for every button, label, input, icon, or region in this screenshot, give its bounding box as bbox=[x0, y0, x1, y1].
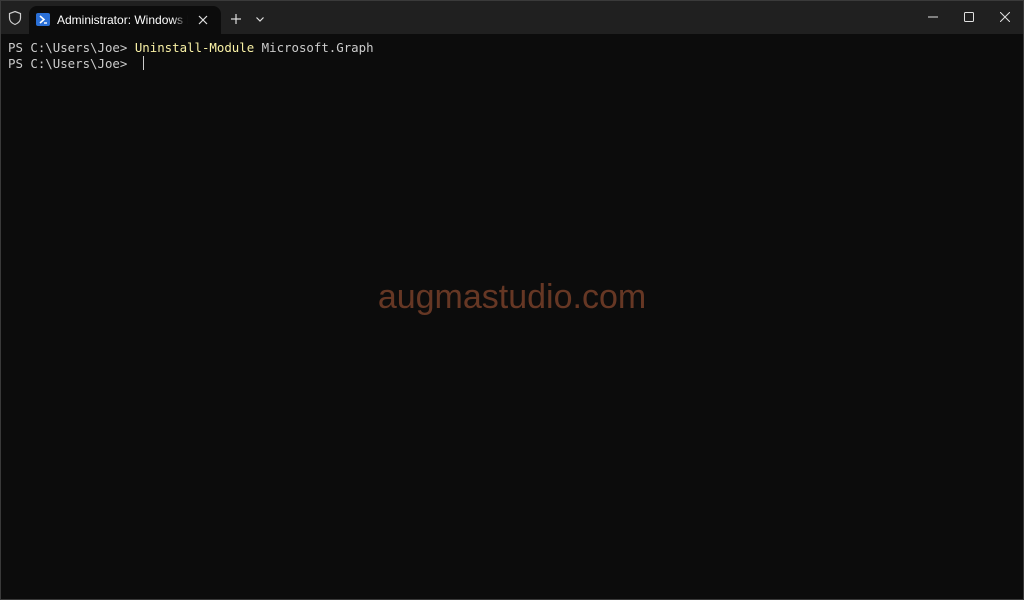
tab-title: Administrator: Windows PowerShell bbox=[57, 13, 188, 27]
plus-icon bbox=[231, 14, 241, 24]
close-tab-icon[interactable] bbox=[195, 12, 211, 28]
minimize-button[interactable] bbox=[915, 1, 951, 34]
chevron-down-icon bbox=[256, 17, 264, 22]
tab-powershell[interactable]: Administrator: Windows PowerShell bbox=[29, 6, 221, 34]
maximize-icon bbox=[964, 12, 974, 22]
prompt: PS C:\Users\Joe> bbox=[8, 40, 135, 55]
tab-dropdown-button[interactable] bbox=[252, 11, 268, 27]
powershell-icon bbox=[36, 13, 50, 26]
new-tab-button[interactable] bbox=[227, 10, 245, 28]
terminal-line: PS C:\Users\Joe> bbox=[8, 56, 144, 72]
prompt: PS C:\Users\Joe> bbox=[8, 56, 135, 71]
close-icon bbox=[1000, 12, 1010, 22]
close-window-button[interactable] bbox=[987, 1, 1023, 34]
title-bar: Administrator: Windows PowerShell bbox=[1, 1, 1023, 34]
terminal-window: Administrator: Windows PowerShell bbox=[0, 0, 1024, 600]
command-args: Microsoft.Graph bbox=[254, 40, 374, 55]
terminal-content[interactable]: PS C:\Users\Joe> Uninstall-Module Micros… bbox=[1, 34, 1023, 599]
shield-icon bbox=[7, 10, 23, 26]
maximize-button[interactable] bbox=[951, 1, 987, 34]
minimize-icon bbox=[928, 16, 938, 18]
text-cursor bbox=[142, 56, 144, 70]
watermark: augmastudio.com bbox=[377, 278, 647, 316]
terminal-line: PS C:\Users\Joe> Uninstall-Module Micros… bbox=[8, 40, 374, 56]
command-name: Uninstall-Module bbox=[134, 40, 255, 55]
